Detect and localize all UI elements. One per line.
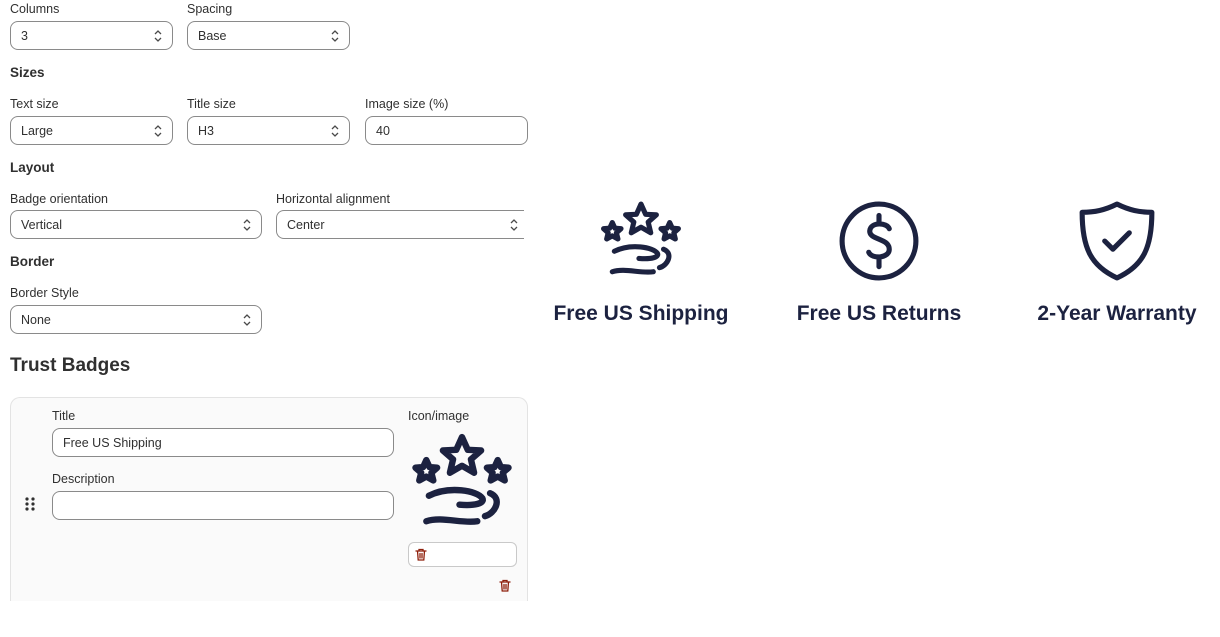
- columns-value: 3: [21, 28, 28, 43]
- badge-title-input[interactable]: Free US Shipping: [52, 428, 394, 457]
- trust-badges-heading: Trust Badges: [10, 355, 131, 376]
- image-size-label: Image size (%): [365, 97, 449, 111]
- stars-hand-icon[interactable]: [411, 432, 513, 534]
- horizontal-alignment-label: Horizontal alignment: [276, 192, 390, 206]
- image-size-input[interactable]: 40: [365, 116, 528, 145]
- select-chevron-icon: [510, 219, 518, 231]
- horizontal-alignment-value: Center: [287, 217, 325, 232]
- border-style-label: Border Style: [10, 286, 79, 300]
- sizes-heading: Sizes: [10, 65, 45, 80]
- stars-hand-icon: [601, 201, 681, 275]
- spacing-label: Spacing: [187, 2, 233, 16]
- dollar-circle-icon: [839, 201, 919, 281]
- columns-label: Columns: [10, 2, 60, 16]
- select-chevron-icon: [331, 125, 339, 137]
- columns-select[interactable]: 3: [10, 21, 173, 50]
- text-size-label: Text size: [10, 97, 59, 111]
- badge-orientation-select[interactable]: Vertical: [10, 210, 262, 239]
- badge-orientation-value: Vertical: [21, 217, 62, 232]
- delete-badge-icon[interactable]: [499, 579, 511, 592]
- text-size-select[interactable]: Large: [10, 116, 173, 145]
- spacing-value: Base: [198, 28, 227, 43]
- border-style-select[interactable]: None: [10, 305, 262, 334]
- border-style-value: None: [21, 312, 51, 327]
- drag-handle-icon[interactable]: [24, 496, 36, 512]
- shield-check-icon: [1079, 201, 1155, 281]
- text-size-value: Large: [21, 123, 53, 138]
- preview-badge-title: Free US Shipping: [553, 302, 729, 325]
- badge-title-label: Title: [52, 409, 76, 423]
- image-size-value: 40: [376, 123, 390, 138]
- badge-orientation-label: Badge orientation: [10, 192, 108, 206]
- title-size-value: H3: [198, 123, 214, 138]
- preview-badge-title: Free US Returns: [796, 302, 962, 325]
- spacing-select[interactable]: Base: [187, 21, 350, 50]
- badge-title-value: Free US Shipping: [63, 435, 162, 450]
- preview-badge-returns: Free US Returns: [759, 200, 999, 326]
- select-chevron-icon: [243, 219, 251, 231]
- preview-badge-title: 2-Year Warranty: [1037, 302, 1197, 325]
- select-chevron-icon: [154, 125, 162, 137]
- trash-icon[interactable]: [415, 548, 427, 561]
- select-chevron-icon: [331, 30, 339, 42]
- badge-description-input[interactable]: [52, 491, 394, 520]
- preview-badge-warranty: 2-Year Warranty: [997, 200, 1220, 326]
- title-size-select[interactable]: H3: [187, 116, 350, 145]
- layout-heading: Layout: [10, 160, 55, 175]
- border-heading: Border: [10, 254, 55, 269]
- icon-image-label: Icon/image: [408, 409, 470, 423]
- badge-description-label: Description: [52, 472, 115, 486]
- preview-badge-shipping: Free US Shipping: [521, 200, 761, 326]
- select-chevron-icon: [154, 30, 162, 42]
- horizontal-alignment-select[interactable]: Center: [276, 210, 524, 239]
- select-chevron-icon: [243, 314, 251, 326]
- title-size-label: Title size: [187, 97, 236, 111]
- page-bottom-fill: [0, 601, 1220, 637]
